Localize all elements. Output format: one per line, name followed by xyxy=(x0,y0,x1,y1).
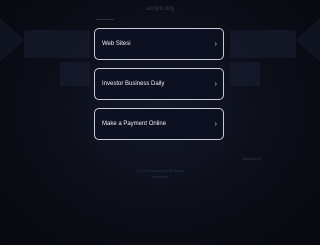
background-decoration xyxy=(60,62,90,86)
chevron-right-icon: › xyxy=(214,120,217,128)
disclaimer-link[interactable]: disclaimer xyxy=(243,156,261,161)
background-decoration xyxy=(230,62,260,86)
link-make-a-payment-online[interactable]: Make a Payment Online › xyxy=(94,108,224,140)
link-label: Make a Payment Online xyxy=(102,121,167,127)
link-web-sitesi[interactable]: Web Sitesi › xyxy=(94,28,224,60)
background-decoration xyxy=(230,30,296,58)
divider xyxy=(96,19,114,20)
background-decoration xyxy=(24,30,90,58)
footer-copyright-line2: reserved xyxy=(152,174,168,179)
domain-name: scripti.org xyxy=(145,6,175,12)
page: scripti.org Web Sitesi › Investor Busine… xyxy=(0,0,320,245)
link-label: Investor Business Daily xyxy=(102,81,165,87)
chevron-right-icon: › xyxy=(214,40,217,48)
background-decoration xyxy=(296,18,320,62)
link-investor-business-daily[interactable]: Investor Business Daily › xyxy=(94,68,224,100)
footer: © 2024 scripti.org All rights reserved xyxy=(0,168,320,180)
link-label: Web Sitesi xyxy=(102,41,131,47)
background-decoration xyxy=(0,18,24,62)
chevron-right-icon: › xyxy=(214,80,217,88)
